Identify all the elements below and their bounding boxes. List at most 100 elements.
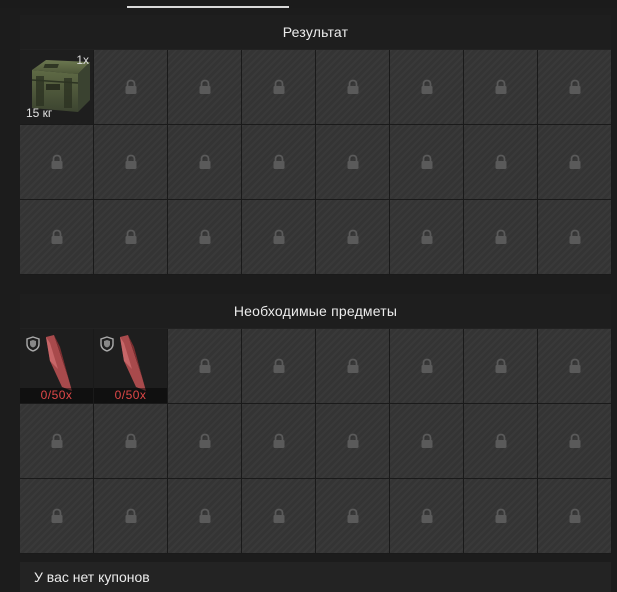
top-strip <box>0 0 617 8</box>
required-count: 0/50x <box>20 388 93 403</box>
locked-slot <box>464 404 538 479</box>
locked-slot <box>316 329 390 404</box>
locked-slot <box>20 125 94 200</box>
lock-icon <box>494 358 508 374</box>
locked-slot <box>316 404 390 479</box>
result-panel: Результат 1x 15 кг <box>20 15 612 275</box>
locked-slot <box>464 50 538 125</box>
locked-slot <box>242 50 316 125</box>
locked-slot <box>538 479 612 554</box>
locked-slot <box>94 479 168 554</box>
locked-slot <box>316 50 390 125</box>
locked-slot <box>168 125 242 200</box>
lock-icon <box>494 154 508 170</box>
required-panel: Необходимые предметы 0/50x 0/50x <box>20 294 612 554</box>
lock-icon <box>346 154 360 170</box>
lock-icon <box>124 229 138 245</box>
lock-icon <box>198 154 212 170</box>
lock-icon <box>50 229 64 245</box>
lock-icon <box>346 358 360 374</box>
lock-icon <box>494 79 508 95</box>
lock-icon <box>420 358 434 374</box>
locked-slot <box>168 329 242 404</box>
lock-icon <box>568 358 582 374</box>
locked-slot <box>20 404 94 479</box>
lock-icon <box>420 154 434 170</box>
lock-icon <box>494 508 508 524</box>
lock-icon <box>420 508 434 524</box>
lock-icon <box>346 229 360 245</box>
locked-slot <box>390 479 464 554</box>
locked-slot <box>538 125 612 200</box>
locked-slot <box>94 50 168 125</box>
lock-icon <box>420 433 434 449</box>
locked-slot <box>316 125 390 200</box>
lock-icon <box>198 433 212 449</box>
locked-slot <box>168 50 242 125</box>
locked-slot <box>94 125 168 200</box>
locked-slot <box>464 329 538 404</box>
locked-slot <box>390 125 464 200</box>
locked-slot <box>390 404 464 479</box>
locked-slot <box>168 404 242 479</box>
lock-icon <box>272 508 286 524</box>
result-weight: 15 кг <box>26 106 53 120</box>
required-item-slot[interactable]: 0/50x <box>20 329 94 404</box>
locked-slot <box>390 200 464 275</box>
lock-icon <box>346 433 360 449</box>
lock-icon <box>568 433 582 449</box>
lock-icon <box>124 433 138 449</box>
locked-slot <box>242 125 316 200</box>
lock-icon <box>346 79 360 95</box>
lock-icon <box>198 508 212 524</box>
required-item-slot[interactable]: 0/50x <box>94 329 168 404</box>
lock-icon <box>124 79 138 95</box>
lock-icon <box>568 154 582 170</box>
lock-icon <box>124 508 138 524</box>
required-grid: 0/50x 0/50x <box>20 329 612 554</box>
result-item-slot[interactable]: 1x 15 кг <box>20 50 94 125</box>
coupon-status: У вас нет купонов <box>20 562 611 592</box>
locked-slot <box>242 404 316 479</box>
locked-slot <box>390 50 464 125</box>
locked-slot <box>538 329 612 404</box>
lock-icon <box>272 433 286 449</box>
locked-slot <box>464 479 538 554</box>
required-count: 0/50x <box>94 388 167 403</box>
lock-icon <box>272 154 286 170</box>
locked-slot <box>538 404 612 479</box>
locked-slot <box>94 200 168 275</box>
locked-slot <box>20 200 94 275</box>
locked-slot <box>316 479 390 554</box>
locked-slot <box>464 125 538 200</box>
lock-icon <box>198 229 212 245</box>
lock-icon <box>50 508 64 524</box>
locked-slot <box>20 479 94 554</box>
result-grid: 1x 15 кг <box>20 50 612 275</box>
lock-icon <box>420 229 434 245</box>
locked-slot <box>316 200 390 275</box>
locked-slot <box>242 479 316 554</box>
locked-slot <box>168 479 242 554</box>
locked-slot <box>464 200 538 275</box>
locked-slot <box>538 50 612 125</box>
lock-icon <box>50 433 64 449</box>
lock-icon <box>494 433 508 449</box>
active-tab-underline <box>127 6 289 8</box>
required-header: Необходимые предметы <box>20 294 611 328</box>
locked-slot <box>390 329 464 404</box>
result-header: Результат <box>20 15 611 49</box>
lock-icon <box>568 508 582 524</box>
lock-icon <box>568 229 582 245</box>
lock-icon <box>124 154 138 170</box>
locked-slot <box>538 200 612 275</box>
lock-icon <box>420 79 434 95</box>
lock-icon <box>568 79 582 95</box>
lock-icon <box>494 229 508 245</box>
lock-icon <box>198 358 212 374</box>
locked-slot <box>168 200 242 275</box>
lock-icon <box>198 79 212 95</box>
locked-slot <box>242 200 316 275</box>
lock-icon <box>272 79 286 95</box>
locked-slot <box>94 404 168 479</box>
